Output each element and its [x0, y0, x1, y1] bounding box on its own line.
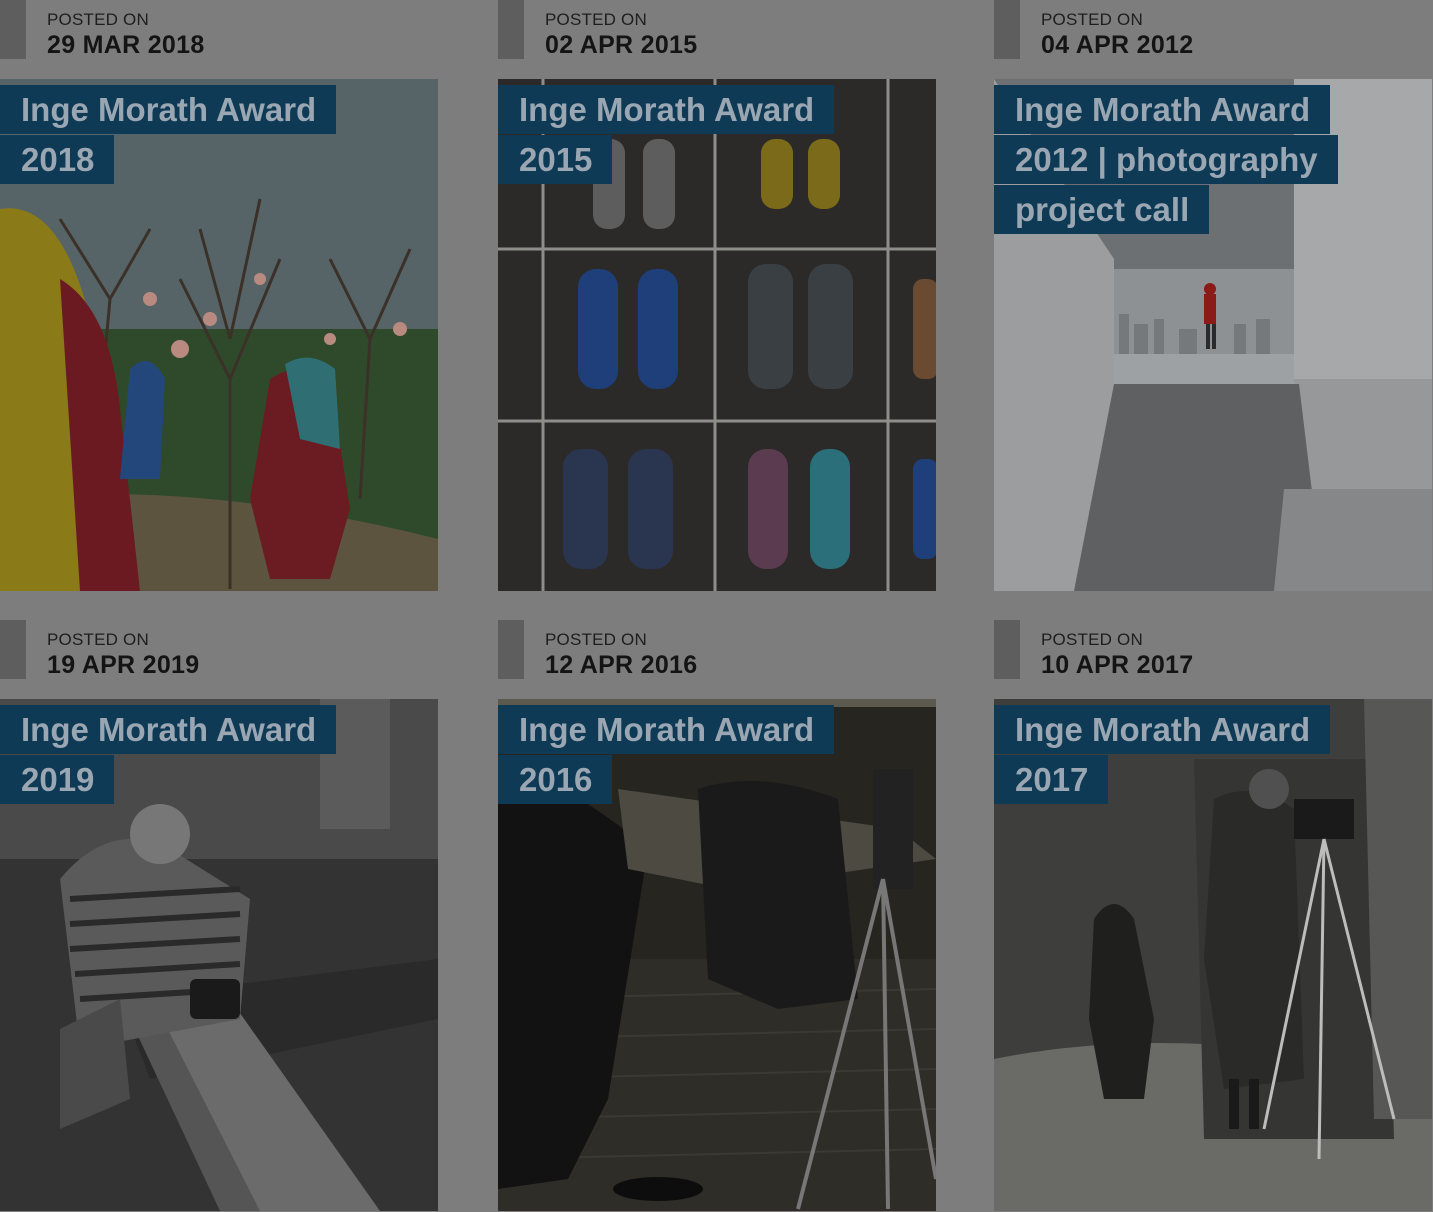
posted-on-label: POSTED ON — [47, 630, 149, 649]
post-title-text[interactable]: Inge Morath Award 2019 — [0, 705, 337, 804]
post-date: 29 MAR 2018 — [47, 31, 205, 59]
post-title-text[interactable]: Inge Morath Award 2018 — [0, 85, 337, 184]
post-title[interactable]: Inge Morath Award 2015 — [498, 85, 848, 185]
meta-accent-bar — [994, 0, 1020, 59]
post-thumbnail-link[interactable]: Inge Morath Award 2012 | photography pro… — [994, 79, 1432, 591]
post-title[interactable]: Inge Morath Award 2019 — [0, 705, 350, 805]
post-card: POSTED ON 29 MAR 2018 Inge Morath Award … — [0, 0, 438, 591]
post-title-text[interactable]: Inge Morath Award 2015 — [498, 85, 835, 184]
posted-on-label: POSTED ON — [47, 10, 149, 29]
post-title[interactable]: Inge Morath Award 2018 — [0, 85, 350, 185]
meta-accent-bar — [0, 620, 26, 679]
post-date: 10 APR 2017 — [1041, 651, 1194, 679]
post-date: 04 APR 2012 — [1041, 31, 1194, 59]
post-title-text[interactable]: Inge Morath Award 2016 — [498, 705, 835, 804]
posted-on-label: POSTED ON — [545, 630, 647, 649]
post-thumbnail-link[interactable]: Inge Morath Award 2015 — [498, 79, 936, 591]
posted-on-label: POSTED ON — [1041, 630, 1143, 649]
meta-accent-bar — [498, 620, 524, 679]
post-date: 02 APR 2015 — [545, 31, 698, 59]
post-title[interactable]: Inge Morath Award 2012 | photography pro… — [994, 85, 1344, 235]
post-title-text[interactable]: Inge Morath Award 2012 | photography pro… — [994, 85, 1338, 234]
post-meta: POSTED ON 19 APR 2019 — [0, 620, 438, 699]
post-card: POSTED ON 12 APR 2016 Inge Morath Award … — [498, 620, 936, 1211]
post-thumbnail-link[interactable]: Inge Morath Award 2016 — [498, 699, 936, 1211]
post-title[interactable]: Inge Morath Award 2016 — [498, 705, 848, 805]
post-meta: POSTED ON 10 APR 2017 — [994, 620, 1432, 699]
post-date: 12 APR 2016 — [545, 651, 698, 679]
post-meta: POSTED ON 02 APR 2015 — [498, 0, 936, 79]
meta-accent-bar — [994, 620, 1020, 679]
post-meta: POSTED ON 12 APR 2016 — [498, 620, 936, 699]
post-thumbnail-link[interactable]: Inge Morath Award 2017 — [994, 699, 1432, 1211]
post-thumbnail-link[interactable]: Inge Morath Award 2019 — [0, 699, 438, 1211]
post-meta: POSTED ON 29 MAR 2018 — [0, 0, 438, 79]
post-meta: POSTED ON 04 APR 2012 — [994, 0, 1432, 79]
post-card: POSTED ON 04 APR 2012 Inge Morath Award … — [994, 0, 1432, 591]
post-card: POSTED ON 02 APR 2015 Inge Morath Award … — [498, 0, 936, 591]
post-date: 19 APR 2019 — [47, 651, 200, 679]
post-card: POSTED ON 19 APR 2019 Inge Morath Award … — [0, 620, 438, 1211]
post-card: POSTED ON 10 APR 2017 Inge Morath Award … — [994, 620, 1432, 1211]
meta-accent-bar — [498, 0, 524, 59]
post-grid: POSTED ON 29 MAR 2018 Inge Morath Award … — [0, 0, 1433, 1212]
post-title[interactable]: Inge Morath Award 2017 — [994, 705, 1344, 805]
meta-accent-bar — [0, 0, 26, 59]
post-title-text[interactable]: Inge Morath Award 2017 — [994, 705, 1331, 804]
posted-on-label: POSTED ON — [1041, 10, 1143, 29]
posted-on-label: POSTED ON — [545, 10, 647, 29]
post-thumbnail-link[interactable]: Inge Morath Award 2018 — [0, 79, 438, 591]
